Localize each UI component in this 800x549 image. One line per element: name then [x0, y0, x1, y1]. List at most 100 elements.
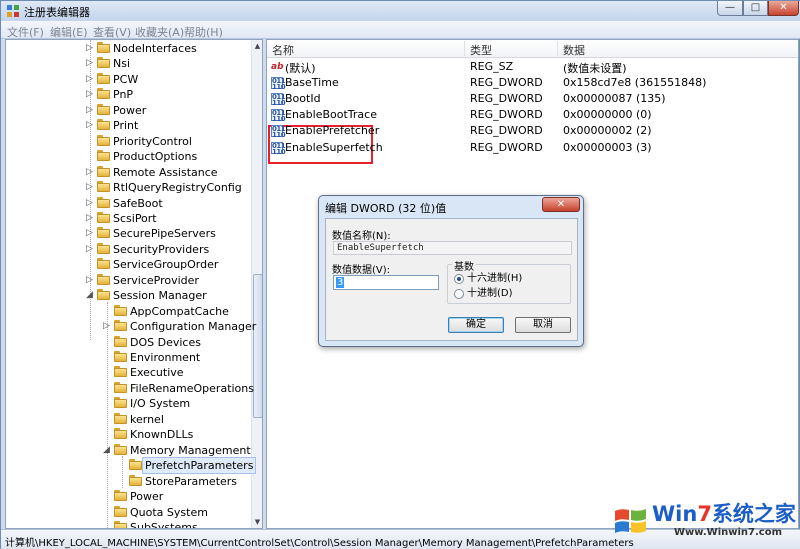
- tree-item[interactable]: KnownDLLs: [6, 427, 250, 442]
- value-row[interactable]: ab (默认) REG_SZ (数值未设置): [267, 59, 798, 75]
- expand-arrow-icon[interactable]: ▷: [103, 321, 112, 332]
- tree-item[interactable]: ▷ SecurityProviders: [6, 242, 250, 257]
- folder-icon: [114, 335, 127, 347]
- folder-icon: [97, 227, 110, 239]
- expand-arrow-icon[interactable]: ▷: [86, 213, 95, 224]
- collapse-arrow-icon[interactable]: ◢: [86, 290, 95, 301]
- tree-item[interactable]: ◢ Memory Management: [6, 443, 251, 458]
- tree-item[interactable]: ▷ Print: [6, 118, 250, 133]
- folder-icon: [114, 428, 127, 440]
- value-name: EnableBootTrace: [285, 108, 377, 122]
- column-type[interactable]: 类型: [470, 42, 492, 58]
- tree-item[interactable]: SubSystems: [6, 520, 250, 528]
- expand-arrow-icon[interactable]: ▷: [86, 167, 95, 178]
- ok-button[interactable]: 确定: [448, 317, 504, 333]
- tree-scrollbar[interactable]: ▲ ▼: [251, 40, 262, 528]
- tree-item[interactable]: ▷ Remote Assistance: [6, 165, 250, 180]
- tree-item[interactable]: Quota System: [6, 505, 250, 520]
- tree-item[interactable]: ◢ Session Manager: [6, 288, 250, 303]
- column-data[interactable]: 数据: [563, 42, 585, 58]
- expand-arrow-icon[interactable]: ▷: [86, 105, 95, 116]
- menu-view[interactable]: 查看(V): [93, 24, 131, 40]
- value-name: (默认): [285, 62, 316, 75]
- value-data: (数值未设置): [563, 62, 627, 75]
- column-name[interactable]: 名称: [272, 42, 294, 58]
- tree-item[interactable]: ProductOptions: [6, 149, 250, 164]
- folder-icon: [97, 42, 110, 53]
- expand-arrow-icon[interactable]: ▷: [86, 120, 95, 131]
- tree-item[interactable]: Power: [6, 489, 250, 504]
- expand-arrow-icon[interactable]: ▷: [86, 58, 95, 69]
- registry-tree[interactable]: ▲ ▼ ▷ NodeInterfaces ▷ Nsi ▷ PCW ▷ PnP ▷ Power ▷ Pr…: [5, 39, 263, 529]
- tree-item[interactable]: I/O System: [6, 396, 250, 411]
- tree-item[interactable]: AppCompatCache: [6, 304, 250, 319]
- tree-item[interactable]: DOS Devices: [6, 335, 250, 350]
- menu-help[interactable]: 帮助(H): [184, 24, 223, 40]
- tree-item[interactable]: ▷ PCW: [6, 72, 250, 87]
- tree-item[interactable]: ServiceGroupOrder: [6, 257, 250, 272]
- value-data: 0x00000087 (135): [563, 92, 666, 106]
- scroll-thumb[interactable]: [253, 274, 262, 418]
- folder-icon: [114, 520, 127, 528]
- dword-value-icon: 011 110: [271, 141, 286, 156]
- tree-item[interactable]: ▷ SafeBoot: [6, 196, 250, 211]
- expand-arrow-icon[interactable]: ▷: [86, 275, 95, 286]
- value-name: EnablePrefetcher: [285, 124, 380, 138]
- expand-arrow-icon[interactable]: ▷: [86, 43, 95, 54]
- maximize-button[interactable]: □: [743, 1, 768, 16]
- scroll-up-icon[interactable]: ▲: [252, 40, 262, 52]
- tree-item[interactable]: ▷ Configuration Manager: [6, 319, 256, 334]
- tree-item[interactable]: ▷ ScsiPort: [6, 211, 250, 226]
- menu-file[interactable]: 文件(F): [7, 24, 44, 40]
- tree-item[interactable]: kernel: [6, 412, 250, 427]
- radio-hex-dot[interactable]: [454, 274, 464, 284]
- column-separator[interactable]: [557, 41, 558, 56]
- expand-arrow-icon[interactable]: ▷: [86, 89, 95, 100]
- title-bar[interactable]: 注册表编辑器 — □ ✕: [1, 1, 800, 21]
- edit-dword-dialog: 编辑 DWORD (32 位)值 ✕ 数值名称(N): EnableSuperf…: [318, 195, 584, 347]
- tree-item[interactable]: ▷ Power: [6, 103, 250, 118]
- collapse-arrow-icon[interactable]: ◢: [103, 445, 112, 456]
- value-row[interactable]: 011 110 BaseTime REG_DWORD 0x158cd7e8 (3615…: [267, 75, 798, 91]
- tree-item[interactable]: StoreParameters: [6, 474, 250, 489]
- tree-item[interactable]: FileRenameOperations: [6, 381, 254, 396]
- close-button[interactable]: ✕: [768, 1, 799, 16]
- value-type: REG_DWORD: [470, 92, 543, 106]
- dialog-close-button[interactable]: ✕: [542, 197, 580, 212]
- value-type: REG_DWORD: [470, 108, 543, 122]
- tree-item[interactable]: ▷ NodeInterfaces: [6, 41, 250, 56]
- value-row[interactable]: 011 110 EnableSuperfetch REG_DWORD 0x000000…: [267, 140, 798, 156]
- minimize-button[interactable]: —: [717, 1, 743, 16]
- tree-item[interactable]: Environment: [6, 350, 250, 365]
- column-separator[interactable]: [464, 41, 465, 56]
- tree-item[interactable]: ▷ Nsi: [6, 56, 250, 71]
- cancel-button[interactable]: 取消: [515, 317, 571, 333]
- folder-icon: [97, 273, 110, 285]
- expand-arrow-icon[interactable]: ▷: [86, 228, 95, 239]
- radio-dec-label: 十进制(D): [467, 288, 513, 299]
- menu-edit[interactable]: 编辑(E): [50, 24, 88, 40]
- value-row[interactable]: 011 110 EnablePrefetcher REG_DWORD 0x000000…: [267, 123, 798, 139]
- string-value-icon: ab: [271, 62, 284, 72]
- menu-favorites[interactable]: 收藏夹(A): [135, 24, 184, 40]
- tree-item-label: ServiceProvider: [113, 273, 199, 287]
- tree-item-label: SecurePipeServers: [113, 227, 216, 241]
- expand-arrow-icon[interactable]: ▷: [86, 182, 95, 193]
- tree-item[interactable]: Executive: [6, 365, 250, 380]
- expand-arrow-icon[interactable]: ▷: [86, 198, 95, 209]
- tree-item[interactable]: PrefetchParameters: [6, 457, 257, 475]
- list-header: 名称 类型 数据: [267, 40, 798, 58]
- tree-item-label: kernel: [130, 412, 164, 426]
- value-row[interactable]: 011 110 BootId REG_DWORD 0x00000087 (135): [267, 91, 798, 107]
- tree-item[interactable]: ▷ SecurePipeServers: [6, 226, 250, 241]
- tree-item[interactable]: PriorityControl: [6, 134, 250, 149]
- expand-arrow-icon[interactable]: ▷: [86, 244, 95, 255]
- radio-dec-dot[interactable]: [454, 289, 464, 299]
- value-data-input[interactable]: 3: [333, 275, 439, 290]
- value-row[interactable]: 011 110 EnableBootTrace REG_DWORD 0x0000000…: [267, 107, 798, 123]
- expand-arrow-icon[interactable]: ▷: [86, 74, 95, 85]
- scroll-down-icon[interactable]: ▼: [252, 516, 262, 528]
- tree-item[interactable]: ▷ RtlQueryRegistryConfig: [6, 180, 250, 195]
- tree-item[interactable]: ▷ ServiceProvider: [6, 273, 250, 288]
- tree-item[interactable]: ▷ PnP: [6, 87, 250, 102]
